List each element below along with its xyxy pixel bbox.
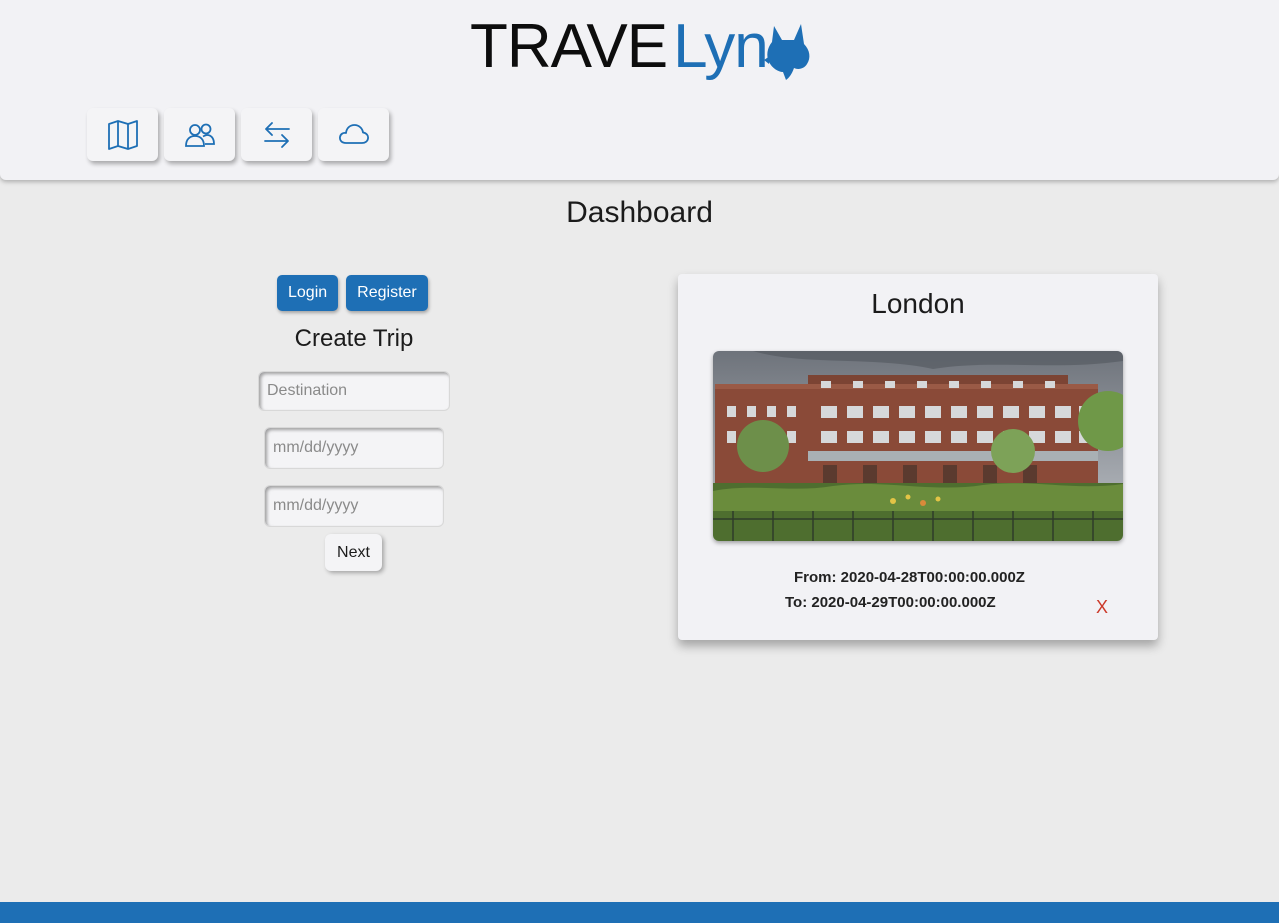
start-date-input[interactable] [264, 427, 444, 469]
trip-to-date: To: 2020-04-29T00:00:00.000Z [785, 594, 996, 611]
city-building-image [713, 351, 1123, 541]
next-button[interactable]: Next [325, 534, 382, 571]
trip-card[interactable]: London From: 2020-04-28T00:00:00.000Z To… [678, 274, 1158, 640]
trip-photo [713, 351, 1123, 541]
cloud-icon [338, 123, 369, 144]
destination-input[interactable] [258, 371, 450, 411]
trip-city-title: London [871, 288, 965, 319]
nav-users-button[interactable] [164, 108, 235, 161]
page-title: Dashboard [566, 196, 713, 229]
app-footer [0, 902, 1279, 923]
login-button[interactable]: Login [277, 275, 339, 311]
auth-buttons: Login Register [277, 275, 428, 311]
map-icon [107, 119, 138, 150]
main-nav [87, 108, 389, 161]
end-date-input[interactable] [264, 485, 444, 527]
logo-text-blue: Lyn [673, 12, 769, 81]
register-button[interactable]: Register [346, 275, 428, 311]
brand-logo[interactable]: TRAVELyn [470, 12, 810, 84]
create-trip-title: Create Trip [294, 325, 414, 352]
delete-trip-button[interactable]: X [1096, 597, 1108, 618]
logo-text-dark: TRAVE [470, 12, 668, 81]
users-icon [184, 123, 215, 147]
nav-transfer-button[interactable] [241, 108, 312, 161]
nav-map-button[interactable] [87, 108, 158, 161]
swap-arrows-icon [263, 121, 290, 148]
lynx-icon [764, 24, 810, 80]
trip-from-date: From: 2020-04-28T00:00:00.000Z [794, 569, 1025, 586]
app-header: TRAVELyn [0, 0, 1279, 180]
nav-weather-button[interactable] [318, 108, 389, 161]
